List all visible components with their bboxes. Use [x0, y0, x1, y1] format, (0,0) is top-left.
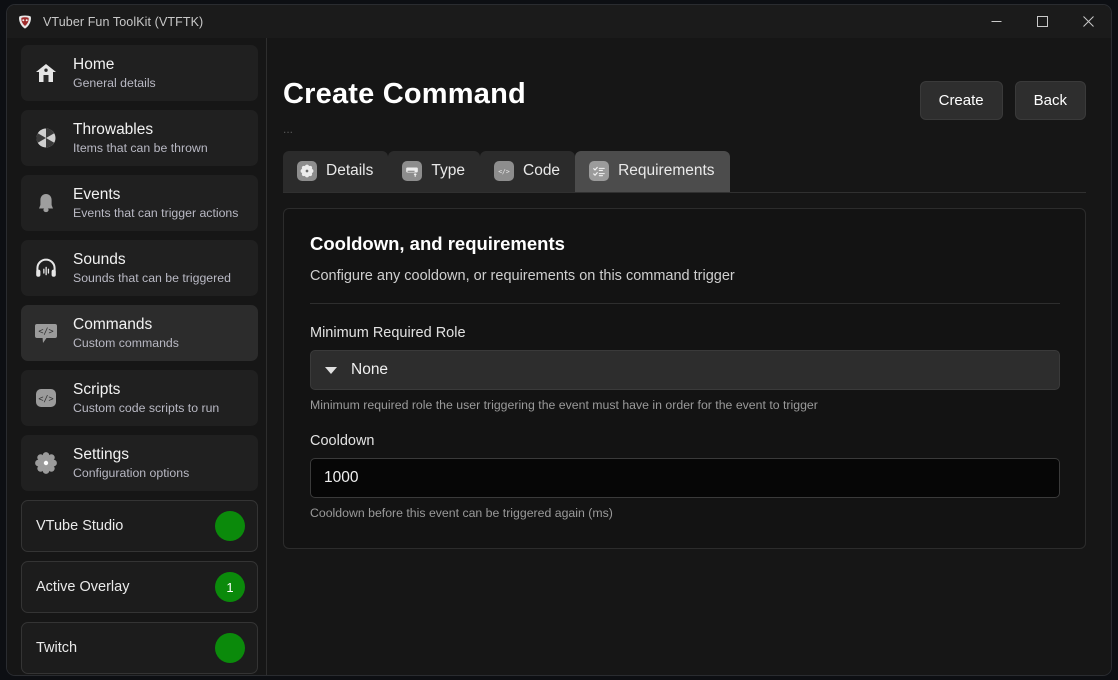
create-button[interactable]: Create [920, 81, 1003, 120]
sidebar: Home General details Throwables [7, 38, 267, 675]
svg-text:</>: </> [38, 327, 53, 337]
sidebar-item-label: Home [73, 56, 114, 73]
status-badge [215, 511, 245, 541]
sidebar-item-label: Scripts [73, 381, 120, 398]
main-panel: Create Command ... Create Back [267, 38, 1111, 675]
tab-bar: Details Type [283, 151, 1086, 193]
home-icon [31, 58, 61, 88]
sidebar-item-label: Settings [73, 446, 129, 463]
close-icon[interactable] [1065, 5, 1111, 38]
maximize-icon[interactable] [1019, 5, 1065, 38]
page-subtitle: ... [283, 123, 526, 135]
tab-label: Details [326, 162, 373, 180]
minimum-required-role-select[interactable]: None [310, 350, 1060, 390]
status-label: Twitch [36, 640, 77, 656]
sidebar-item-sublabel: Sounds that can be triggered [73, 270, 231, 286]
sidebar-item-commands[interactable]: </> Commands Custom commands [21, 305, 258, 361]
sidebar-item-sublabel: Custom commands [73, 335, 179, 351]
sidebar-item-sublabel: Custom code scripts to run [73, 400, 219, 416]
sidebar-item-sublabel: Events that can trigger actions [73, 205, 238, 221]
sidebar-item-sublabel: Items that can be thrown [73, 140, 208, 156]
status-vtube-studio[interactable]: VTube Studio [21, 500, 258, 552]
sidebar-item-sublabel: General details [73, 75, 156, 91]
vtftk-logo-icon [17, 14, 33, 30]
svg-text:</>: </> [38, 395, 53, 405]
checklist-icon [589, 161, 609, 181]
status-badge: 1 [215, 572, 245, 602]
sidebar-item-events[interactable]: Events Events that can trigger actions [21, 175, 258, 231]
cooldown-input[interactable] [310, 458, 1060, 498]
card-title: Cooldown, and requirements [310, 233, 1060, 255]
tab-requirements[interactable]: Requirements [575, 151, 730, 192]
role-field-label: Minimum Required Role [310, 325, 1060, 341]
code-icon: </> [494, 161, 514, 181]
requirements-card: Cooldown, and requirements Configure any… [283, 208, 1086, 549]
bell-icon [31, 188, 61, 218]
sidebar-item-label: Sounds [73, 251, 126, 268]
tab-label: Requirements [618, 162, 715, 180]
sidebar-item-sublabel: Configuration options [73, 465, 189, 481]
sidebar-item-home[interactable]: Home General details [21, 45, 258, 101]
ball-icon [31, 123, 61, 153]
role-field-help: Minimum required role the user triggerin… [310, 398, 1060, 412]
tab-details[interactable]: Details [283, 151, 388, 192]
page-title: Create Command [283, 77, 526, 111]
status-twitch[interactable]: Twitch [21, 622, 258, 674]
minimize-icon[interactable] [973, 5, 1019, 38]
title-bar: VTuber Fun ToolKit (VTFTK) [7, 5, 1111, 38]
code-bubble-icon: </> [31, 318, 61, 348]
sidebar-item-settings[interactable]: Settings Configuration options [21, 435, 258, 491]
card-subtitle: Configure any cooldown, or requirements … [310, 267, 1060, 285]
gear-icon [31, 448, 61, 478]
role-selected-value: None [351, 361, 388, 379]
page-header: Create Command ... Create Back [283, 38, 1086, 135]
keyboard-icon [402, 161, 422, 181]
chevron-down-icon [325, 367, 337, 374]
status-badge [215, 633, 245, 663]
tab-label: Type [431, 162, 465, 180]
back-button[interactable]: Back [1015, 81, 1086, 120]
sidebar-item-sounds[interactable]: Sounds Sounds that can be triggered [21, 240, 258, 296]
tab-label: Code [523, 162, 560, 180]
tab-code[interactable]: </> Code [480, 151, 575, 192]
sidebar-item-label: Events [73, 186, 120, 203]
status-active-overlay[interactable]: Active Overlay 1 [21, 561, 258, 613]
sidebar-item-throwables[interactable]: Throwables Items that can be thrown [21, 110, 258, 166]
svg-text:</>: </> [498, 168, 510, 176]
sidebar-item-label: Commands [73, 316, 152, 333]
window-controls [973, 5, 1111, 38]
headphones-icon [31, 253, 61, 283]
cooldown-field-help: Cooldown before this event can be trigge… [310, 506, 1060, 520]
sidebar-item-label: Throwables [73, 121, 153, 138]
code-icon: </> [31, 383, 61, 413]
status-label: Active Overlay [36, 579, 129, 595]
window-title: VTuber Fun ToolKit (VTFTK) [43, 15, 203, 29]
tab-type[interactable]: Type [388, 151, 480, 192]
app-window: VTuber Fun ToolKit (VTFTK) [7, 5, 1111, 675]
status-label: VTube Studio [36, 518, 123, 534]
header-actions: Create Back [920, 77, 1086, 120]
cooldown-field-label: Cooldown [310, 433, 1060, 449]
sidebar-item-scripts[interactable]: </> Scripts Custom code scripts to run [21, 370, 258, 426]
gear-icon [297, 161, 317, 181]
divider [310, 303, 1060, 304]
